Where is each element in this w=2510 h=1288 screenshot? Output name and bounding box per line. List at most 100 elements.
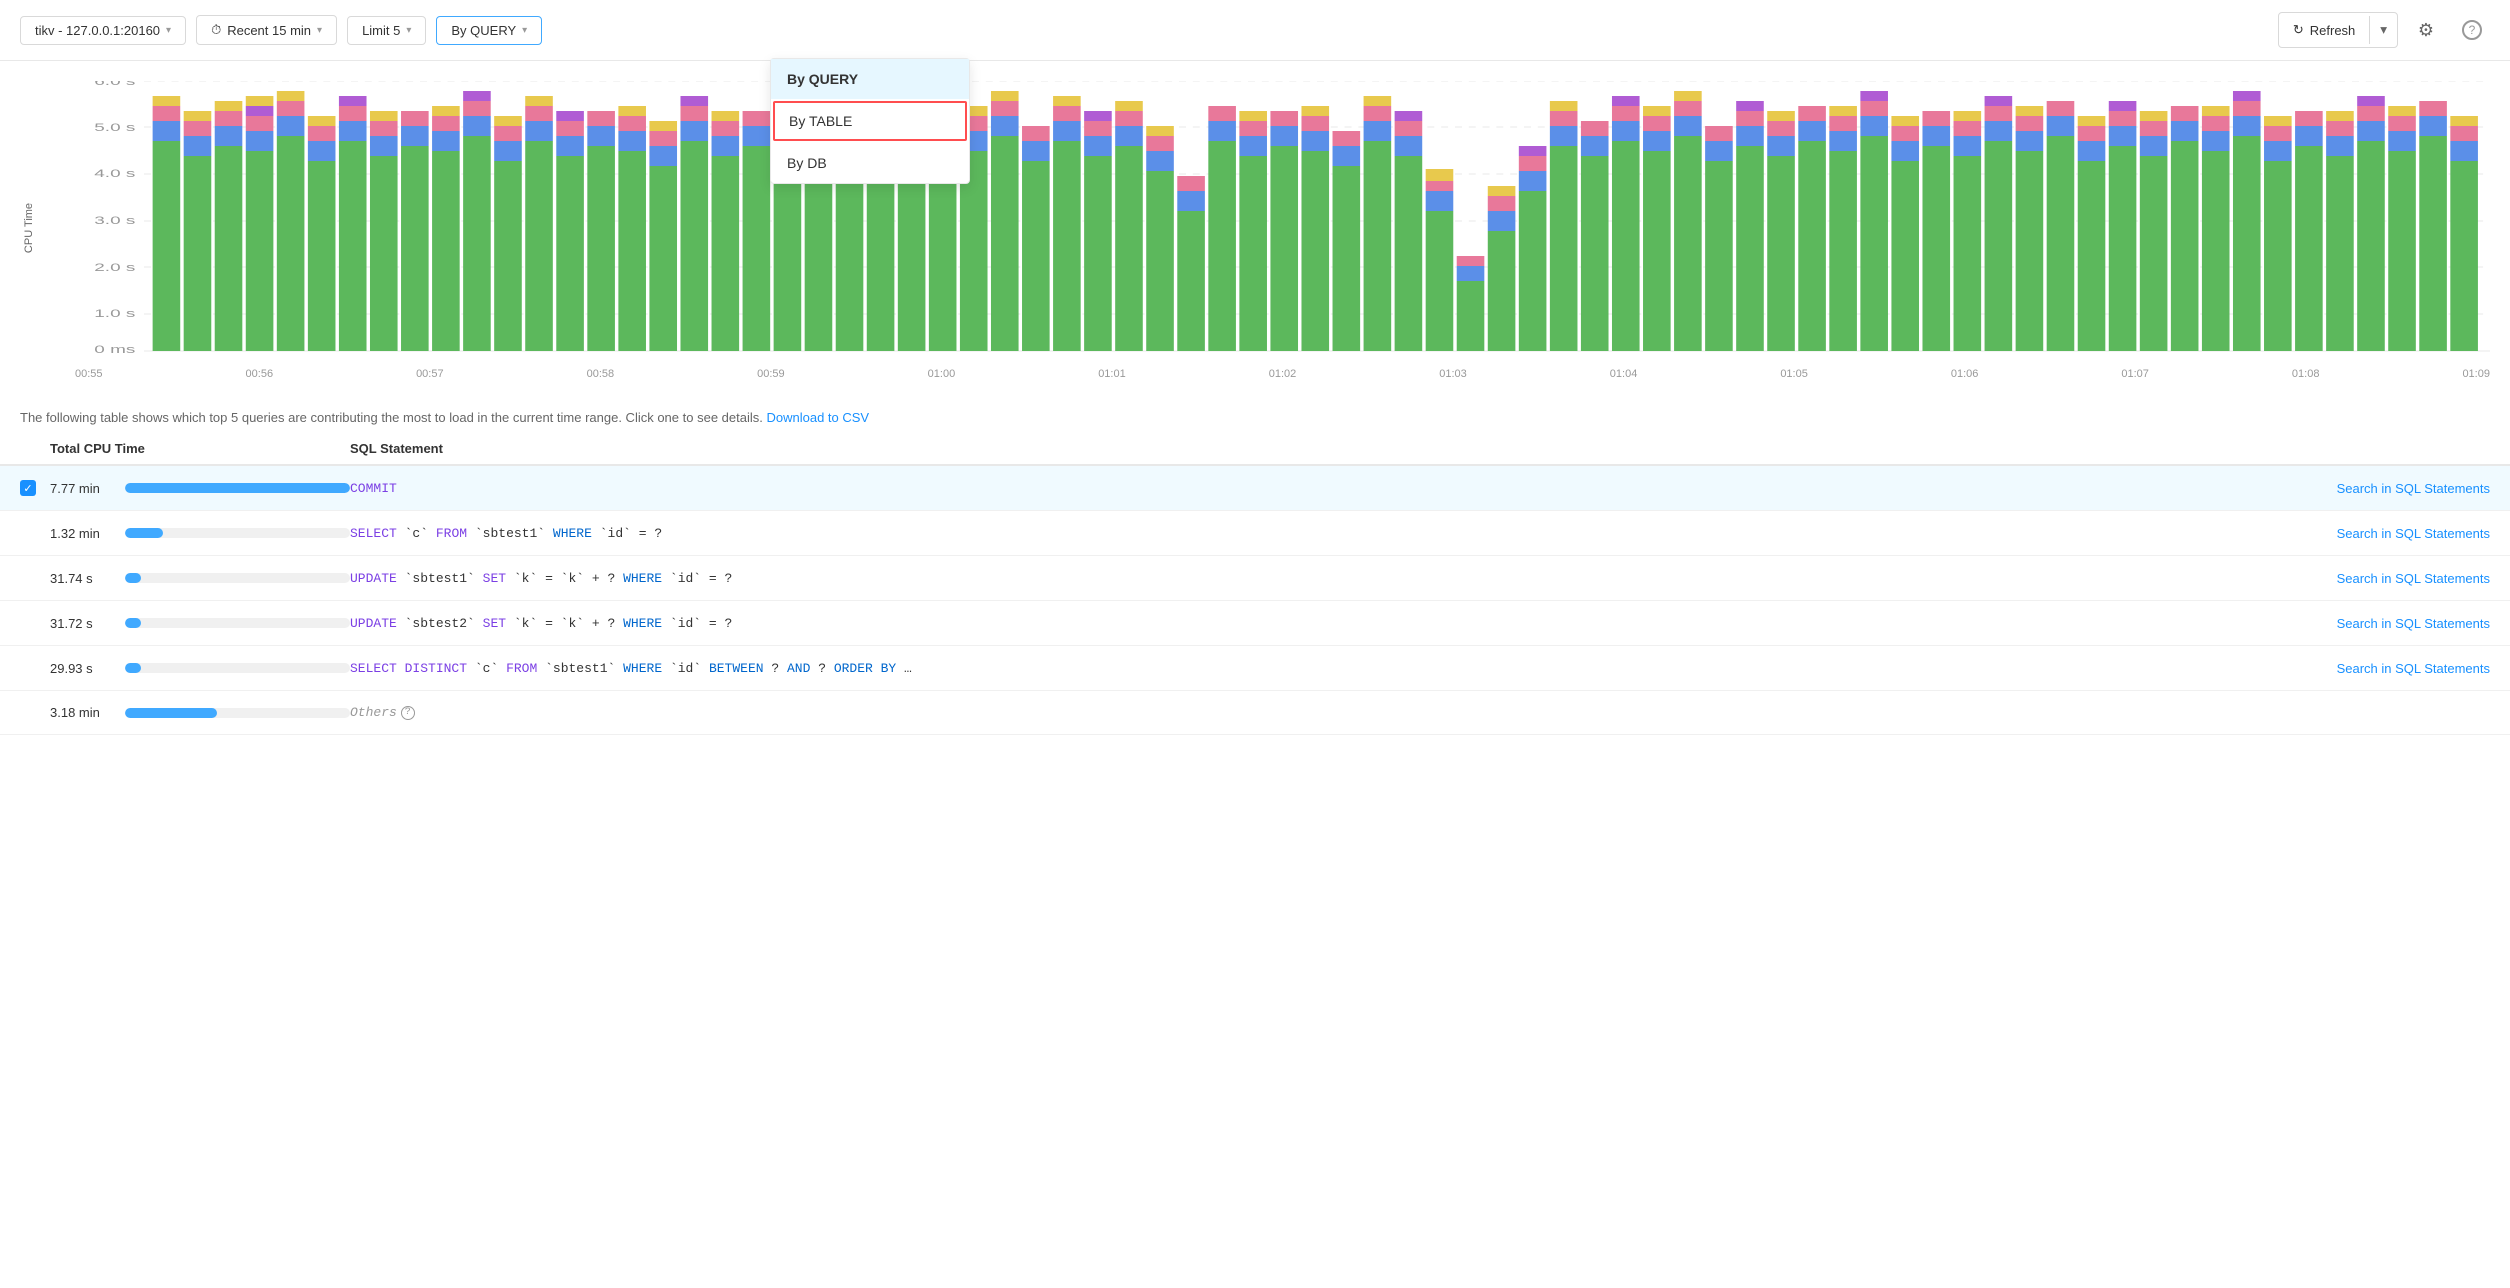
- dropdown-item-by-table[interactable]: By TABLE: [773, 101, 967, 141]
- table-row[interactable]: 29.93 s SELECT DISTINCT `c` FROM `sbtest…: [0, 646, 2510, 691]
- row-action[interactable]: Search in SQL Statements: [2290, 660, 2490, 676]
- svg-text:6.0 s: 6.0 s: [94, 81, 135, 88]
- x-label-5: 01:00: [928, 368, 956, 380]
- chart-container: CPU Time 6.0 s 5.0 s 4.0 s 3.0 s 2.0 s 1…: [0, 61, 2510, 394]
- table-row-others: 3.18 min Others ?: [0, 691, 2510, 735]
- time-chevron-icon: ▾: [317, 25, 322, 36]
- refresh-icon: ↻: [2293, 22, 2304, 38]
- x-label-11: 01:06: [1951, 368, 1979, 380]
- row-cpu-value: 31.74 s: [50, 571, 350, 586]
- dropdown-item-by-db[interactable]: By DB: [771, 143, 969, 183]
- checkbox-header: [20, 441, 50, 456]
- row-action[interactable]: Search in SQL Statements: [2290, 615, 2490, 631]
- cpu-bar-fill: [125, 573, 141, 583]
- group-by-dropdown-menu: By QUERY By TABLE By DB: [770, 58, 970, 184]
- toolbar-right: ↻ Refresh ▾ ⚙ ?: [2278, 12, 2490, 48]
- row-action[interactable]: Search in SQL Statements: [2290, 525, 2490, 541]
- cpu-bar-container: [125, 483, 350, 493]
- group-chevron-icon: ▾: [522, 25, 527, 36]
- refresh-label: Refresh: [2310, 23, 2356, 38]
- svg-text:0 ms: 0 ms: [94, 344, 135, 356]
- cpu-bar-container: [125, 528, 350, 538]
- cpu-bar-fill: [125, 618, 141, 628]
- row-sql-others: Others ?: [350, 705, 2290, 720]
- time-range-label: Recent 15 min: [227, 23, 311, 38]
- table-row[interactable]: ✓ 7.77 min COMMIT Search in SQL Statemen…: [0, 466, 2510, 511]
- cpu-bar-fill: [125, 483, 350, 493]
- refresh-chevron-icon: ▾: [2380, 22, 2387, 37]
- x-label-6: 01:01: [1098, 368, 1126, 380]
- x-label-9: 01:04: [1610, 368, 1638, 380]
- search-sql-link[interactable]: Search in SQL Statements: [2337, 571, 2490, 586]
- checkbox-checked-icon: ✓: [20, 480, 36, 496]
- server-dropdown[interactable]: tikv - 127.0.0.1:20160 ▾: [20, 16, 186, 45]
- svg-text:3.0 s: 3.0 s: [94, 215, 135, 227]
- x-label-0: 00:55: [75, 368, 103, 380]
- x-label-10: 01:05: [1780, 368, 1808, 380]
- row-cpu-value: 31.72 s: [50, 616, 350, 631]
- cpu-bar-fill: [125, 528, 163, 538]
- refresh-group: ↻ Refresh ▾: [2278, 12, 2398, 48]
- search-sql-link[interactable]: Search in SQL Statements: [2337, 526, 2490, 541]
- gear-icon: ⚙: [2418, 20, 2434, 41]
- row-sql: COMMIT: [350, 481, 2290, 496]
- row-sql: SELECT `c` FROM `sbtest1` WHERE `id` = ?: [350, 526, 2290, 541]
- help-button[interactable]: ?: [2454, 12, 2490, 48]
- row-sql: UPDATE `sbtest2` SET `k` = `k` + ? WHERE…: [350, 616, 2290, 631]
- group-by-label: By QUERY: [451, 23, 516, 38]
- search-sql-link[interactable]: Search in SQL Statements: [2337, 481, 2490, 496]
- table-row[interactable]: 31.74 s UPDATE `sbtest1` SET `k` = `k` +…: [0, 556, 2510, 601]
- table-row[interactable]: 1.32 min SELECT `c` FROM `sbtest1` WHERE…: [0, 511, 2510, 556]
- server-label: tikv - 127.0.0.1:20160: [35, 23, 160, 38]
- row-sql: SELECT DISTINCT `c` FROM `sbtest1` WHERE…: [350, 661, 2290, 676]
- limit-chevron-icon: ▾: [406, 25, 411, 36]
- x-label-1: 00:56: [246, 368, 274, 380]
- cpu-bar-container: [125, 708, 350, 718]
- group-by-dropdown[interactable]: By QUERY ▾: [436, 16, 542, 45]
- clock-icon: ⏱: [211, 22, 221, 38]
- cpu-bar-fill: [125, 663, 141, 673]
- y-axis-label: CPU Time: [23, 202, 35, 252]
- limit-label: Limit 5: [362, 23, 400, 38]
- limit-dropdown[interactable]: Limit 5 ▾: [347, 16, 426, 45]
- row-action[interactable]: Search in SQL Statements: [2290, 480, 2490, 496]
- cpu-header: Total CPU Time: [50, 441, 350, 456]
- table-header: Total CPU Time SQL Statement: [0, 433, 2510, 466]
- refresh-button[interactable]: ↻ Refresh: [2279, 16, 2370, 44]
- search-sql-link[interactable]: Search in SQL Statements: [2337, 616, 2490, 631]
- sql-header: SQL Statement: [350, 441, 2490, 456]
- cpu-bar-container: [125, 663, 350, 673]
- svg-text:1.0 s: 1.0 s: [94, 308, 135, 320]
- others-info-icon: ?: [401, 706, 415, 720]
- question-icon: ?: [2462, 20, 2482, 40]
- chart-area: 6.0 s 5.0 s 4.0 s 3.0 s 2.0 s 1.0 s 0 ms…: [75, 81, 2490, 364]
- x-label-2: 00:57: [416, 368, 444, 380]
- description: The following table shows which top 5 qu…: [0, 394, 2510, 433]
- x-label-4: 00:59: [757, 368, 785, 380]
- row-cpu-value: 3.18 min: [50, 705, 350, 720]
- refresh-dropdown-button[interactable]: ▾: [2370, 16, 2397, 44]
- table-row[interactable]: 31.72 s UPDATE `sbtest2` SET `k` = `k` +…: [0, 601, 2510, 646]
- cpu-bar-container: [125, 573, 350, 583]
- download-csv-link[interactable]: Download to CSV: [766, 410, 869, 425]
- x-label-12: 01:07: [2121, 368, 2149, 380]
- row-cpu-value: 7.77 min: [50, 481, 350, 496]
- row-cpu-value: 29.93 s: [50, 661, 350, 676]
- server-chevron-icon: ▾: [166, 25, 171, 36]
- x-label-14: 01:09: [2462, 368, 2490, 380]
- row-action[interactable]: Search in SQL Statements: [2290, 570, 2490, 586]
- cpu-bar-fill: [125, 708, 217, 718]
- x-axis-labels: 00:55 00:56 00:57 00:58 00:59 01:00 01:0…: [75, 364, 2490, 384]
- svg-text:2.0 s: 2.0 s: [94, 262, 135, 274]
- time-range-dropdown[interactable]: ⏱ Recent 15 min ▾: [196, 15, 337, 45]
- dropdown-header: By QUERY: [771, 59, 969, 99]
- settings-button[interactable]: ⚙: [2408, 12, 2444, 48]
- bar-chart: 6.0 s 5.0 s 4.0 s 3.0 s 2.0 s 1.0 s 0 ms…: [75, 81, 2490, 361]
- svg-text:4.0 s: 4.0 s: [94, 168, 135, 180]
- row-checkbox[interactable]: ✓: [20, 480, 50, 496]
- toolbar: tikv - 127.0.0.1:20160 ▾ ⏱ Recent 15 min…: [0, 0, 2510, 61]
- svg-text:5.0 s: 5.0 s: [94, 122, 135, 134]
- row-sql: UPDATE `sbtest1` SET `k` = `k` + ? WHERE…: [350, 571, 2290, 586]
- row-cpu-value: 1.32 min: [50, 526, 350, 541]
- search-sql-link[interactable]: Search in SQL Statements: [2337, 661, 2490, 676]
